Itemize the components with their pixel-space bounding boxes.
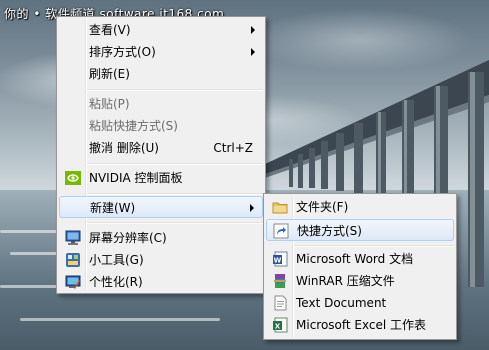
menu-item-label: 新建(W): [90, 201, 136, 215]
submenu-item-winrar-archive[interactable]: WinRAR 压缩文件: [266, 270, 454, 292]
menu-item-paste[interactable]: 粘贴(P): [59, 93, 263, 115]
menu-separator: [87, 89, 263, 91]
menu-separator: [87, 163, 263, 165]
monitor-icon: [65, 230, 81, 245]
menu-item-label: 文件夹(F): [296, 200, 349, 214]
menu-item-shortcut: Ctrl+Z: [213, 141, 253, 155]
submenu-item-excel-worksheet[interactable]: X Microsoft Excel 工作表: [266, 314, 454, 336]
submenu-arrow-icon: [251, 48, 255, 56]
menu-item-label: Text Document: [296, 296, 387, 310]
menu-item-view[interactable]: 查看(V): [59, 19, 263, 41]
menu-item-label: NVIDIA 控制面板: [89, 171, 183, 185]
submenu-item-shortcut[interactable]: 快捷方式(S): [266, 219, 454, 241]
shortcut-icon: [273, 223, 289, 239]
menu-item-label: 粘贴(P): [89, 97, 130, 111]
submenu-item-word-document[interactable]: W Microsoft Word 文档: [266, 248, 454, 270]
menu-item-undo-delete[interactable]: 撤消 删除(U) Ctrl+Z: [59, 137, 263, 159]
folder-icon: [272, 202, 288, 214]
nvidia-icon: [65, 171, 81, 185]
submenu-arrow-icon: [250, 204, 254, 212]
personalize-icon: [65, 275, 81, 289]
svg-text:X: X: [275, 323, 281, 331]
submenu-item-text-document[interactable]: Text Document: [266, 292, 454, 314]
menu-item-label: 查看(V): [89, 23, 131, 37]
excel-icon: X: [273, 317, 288, 333]
menu-item-personalize[interactable]: 个性化(R): [59, 271, 263, 293]
menu-separator: [294, 245, 454, 247]
menu-item-screen-resolution[interactable]: 屏幕分辨率(C): [59, 227, 263, 249]
submenu-arrow-icon: [251, 26, 255, 34]
menu-item-label: 小工具(G): [89, 253, 144, 267]
svg-text:W: W: [274, 257, 282, 265]
menu-item-label: 撤消 删除(U): [89, 141, 159, 155]
menu-item-label: 快捷方式(S): [297, 224, 362, 238]
gadgets-icon: [66, 253, 80, 267]
wave: [20, 318, 220, 321]
menu-item-label: 个性化(R): [89, 275, 143, 289]
menu-separator: [87, 193, 263, 195]
menu-item-label: 粘贴快捷方式(S): [89, 119, 178, 133]
menu-item-label: 刷新(E): [89, 67, 130, 81]
menu-item-label: Microsoft Excel 工作表: [296, 318, 427, 332]
winrar-icon: [274, 274, 286, 288]
desktop-context-menu: 查看(V) 排序方式(O) 刷新(E) 粘贴(P) 粘贴快捷方式(S) 撤消 删…: [56, 16, 266, 294]
new-submenu: 文件夹(F) 快捷方式(S) W Microsoft Word 文档 WinRA…: [263, 193, 457, 340]
text-document-icon: [274, 295, 287, 311]
menu-separator: [87, 222, 263, 224]
menu-item-gadgets[interactable]: 小工具(G): [59, 249, 263, 271]
menu-item-paste-shortcut[interactable]: 粘贴快捷方式(S): [59, 115, 263, 137]
submenu-item-folder[interactable]: 文件夹(F): [266, 196, 454, 218]
menu-item-sort-by[interactable]: 排序方式(O): [59, 41, 263, 63]
menu-item-label: WinRAR 压缩文件: [296, 274, 395, 288]
menu-item-label: 排序方式(O): [89, 45, 156, 59]
menu-item-label: 屏幕分辨率(C): [89, 231, 167, 245]
menu-item-new[interactable]: 新建(W): [59, 196, 263, 218]
menu-item-nvidia-control-panel[interactable]: NVIDIA 控制面板: [59, 167, 263, 189]
menu-item-label: Microsoft Word 文档: [296, 252, 414, 266]
menu-item-refresh[interactable]: 刷新(E): [59, 63, 263, 85]
word-icon: W: [273, 251, 288, 267]
